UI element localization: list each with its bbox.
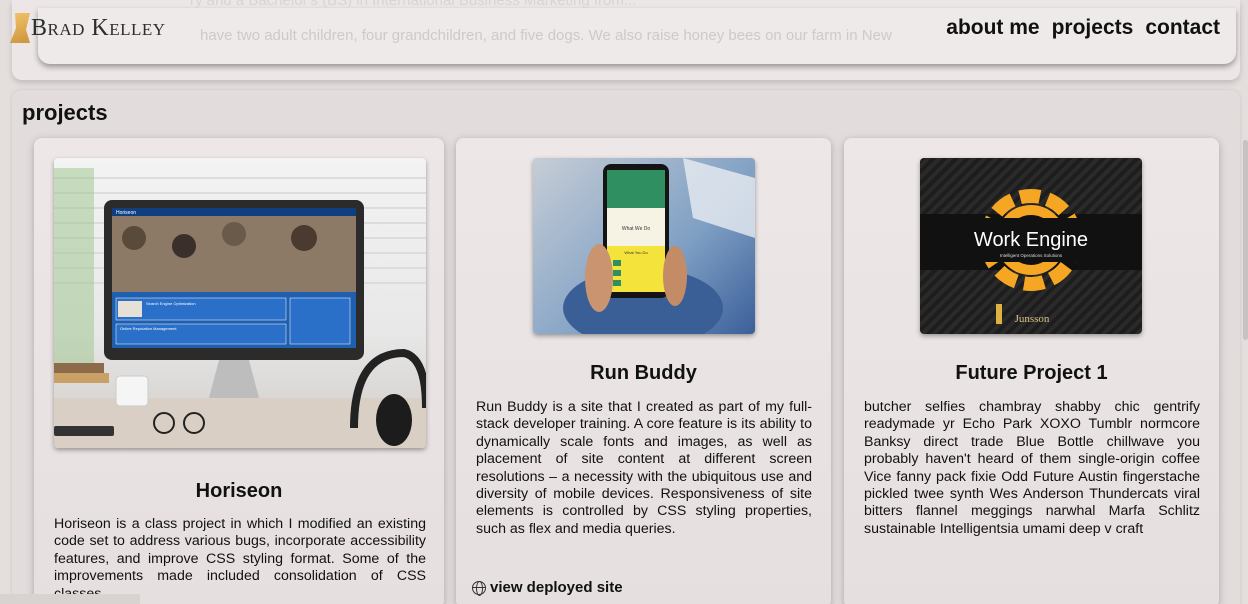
project-description-horiseon: Horiseon is a class project in which I m…: [54, 516, 426, 602]
project-card-horiseon: Horiseon Search Engine Optimization Onli…: [34, 138, 444, 604]
horiseon-thumbnail[interactable]: Horiseon Search Engine Optimization Onli…: [54, 158, 426, 448]
work-engine-logo: Work Engine Intelligent Operations Solut…: [920, 189, 1142, 325]
nav-projects[interactable]: projects: [1052, 16, 1134, 40]
svg-text:What We Do: What We Do: [622, 226, 650, 232]
project-card-future-project-1: Work Engine Intelligent Operations Solut…: [844, 138, 1219, 604]
about-text-top: ry and a Bachelor's (BS) in Internationa…: [190, 0, 637, 9]
main-nav: about me projects contact: [946, 16, 1220, 40]
svg-text:What You Do: What You Do: [624, 250, 648, 255]
site-logo[interactable]: Brad Kelley: [10, 10, 166, 46]
globe-icon: [472, 580, 486, 596]
project-description-future-project-1: butcher selfies chambray shabby chic gen…: [864, 399, 1200, 537]
project-title-future-project-1: Future Project 1: [955, 362, 1108, 384]
svg-text:Junsson: Junsson: [1015, 313, 1050, 325]
run-buddy-thumbnail[interactable]: What We Do What You Do: [533, 158, 755, 334]
run-buddy-deployed-link[interactable]: view deployed site: [472, 579, 623, 596]
horiseon-desk-scene: Horiseon Search Engine Optimization Onli…: [54, 168, 426, 448]
svg-text:Online Reputation Management: Online Reputation Management: [120, 326, 177, 331]
logo-text: Brad Kelley: [31, 14, 166, 41]
projects-heading: projects: [22, 100, 108, 125]
svg-text:Search Engine Optimization: Search Engine Optimization: [146, 301, 196, 306]
logo-mark-icon: [10, 13, 30, 43]
project-title-run-buddy: Run Buddy: [590, 362, 697, 384]
run-buddy-phone-scene: What We Do What You Do: [563, 158, 755, 334]
nav-about-me[interactable]: about me: [946, 16, 1039, 40]
about-text: have two adult children, four grandchild…: [200, 27, 892, 44]
nav-contact[interactable]: contact: [1145, 16, 1220, 40]
future-project-thumbnail[interactable]: Work Engine Intelligent Operations Solut…: [920, 158, 1142, 334]
project-card-run-buddy: What We Do What You Do Run Buddy Run Bud…: [456, 138, 831, 604]
project-description-run-buddy: Run Buddy is a site that I created as pa…: [476, 399, 812, 537]
status-bar: [0, 594, 140, 604]
project-title-horiseon: Horiseon: [195, 480, 283, 502]
scrollbar-thumb[interactable]: [1243, 140, 1248, 340]
svg-text:Work Engine: Work Engine: [974, 229, 1088, 251]
svg-text:Intelligent Operations Solutio: Intelligent Operations Solutions: [1000, 253, 1063, 258]
svg-text:Horiseon: Horiseon: [116, 210, 136, 216]
run-buddy-link-label: view deployed site: [490, 579, 623, 596]
